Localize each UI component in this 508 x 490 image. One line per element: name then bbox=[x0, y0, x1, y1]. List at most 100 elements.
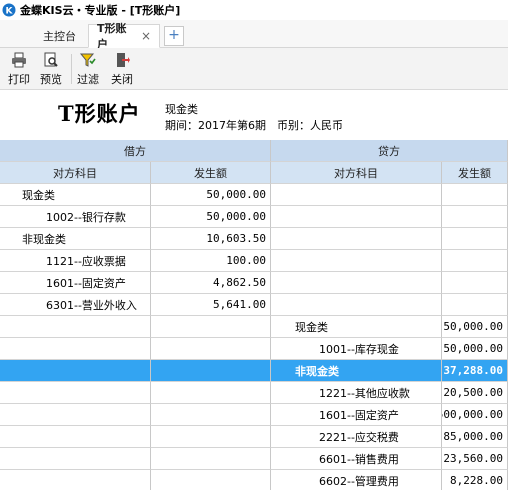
debit-account-cell[interactable] bbox=[0, 382, 151, 404]
report-title: T形账户 bbox=[58, 101, 141, 126]
preview-icon bbox=[42, 51, 60, 69]
filter-button[interactable]: 过滤 bbox=[77, 51, 99, 87]
table-row[interactable]: 1002--银行存款 50,000.00 bbox=[0, 206, 508, 228]
credit-account-cell[interactable] bbox=[271, 250, 442, 272]
credit-account-cell[interactable]: 现金类 bbox=[271, 316, 442, 338]
debit-col-account[interactable]: 对方科目 bbox=[0, 162, 151, 184]
credit-amount-cell[interactable]: 50,000.00 bbox=[442, 316, 508, 338]
debit-account-cell[interactable] bbox=[0, 338, 151, 360]
table-row[interactable]: 6301--营业外收入 5,641.00 bbox=[0, 294, 508, 316]
credit-amount-cell[interactable]: 37,288.00 bbox=[442, 360, 508, 382]
add-tab-icon[interactable]: + bbox=[164, 26, 184, 46]
credit-account-cell[interactable]: 非现金类 bbox=[271, 360, 442, 382]
credit-amount-cell[interactable]: 50,000.00 bbox=[442, 338, 508, 360]
debit-amount-cell[interactable] bbox=[151, 316, 271, 338]
table-row[interactable]: 6602--管理费用 8,228.00 bbox=[0, 470, 508, 490]
table-row[interactable]: 1601--固定资产 500,000.00 bbox=[0, 404, 508, 426]
credit-amount-cell[interactable] bbox=[442, 184, 508, 206]
debit-account-cell[interactable] bbox=[0, 470, 151, 490]
credit-account-cell[interactable] bbox=[271, 272, 442, 294]
credit-amount-cell[interactable] bbox=[442, 206, 508, 228]
print-button[interactable]: 打印 bbox=[8, 51, 30, 87]
credit-account-cell[interactable]: 1001--库存现金 bbox=[271, 338, 442, 360]
debit-account-cell[interactable]: 现金类 bbox=[0, 184, 151, 206]
report-account: 现金类 bbox=[165, 103, 198, 116]
preview-label: 预览 bbox=[40, 73, 62, 86]
filter-label: 过滤 bbox=[77, 73, 99, 86]
debit-amount-cell[interactable] bbox=[151, 338, 271, 360]
table-row[interactable]: 非现金类 10,603.50 bbox=[0, 228, 508, 250]
table-row[interactable]: 2221--应交税费 85,000.00 bbox=[0, 426, 508, 448]
svg-text:K: K bbox=[6, 7, 14, 17]
debit-amount-cell[interactable] bbox=[151, 470, 271, 490]
table-row[interactable]: 现金类 50,000.00 bbox=[0, 316, 508, 338]
debit-account-cell[interactable]: 6301--营业外收入 bbox=[0, 294, 151, 316]
debit-amount-cell[interactable] bbox=[151, 382, 271, 404]
exit-door-icon bbox=[113, 51, 131, 69]
credit-account-cell[interactable]: 6601--销售费用 bbox=[271, 448, 442, 470]
credit-amount-cell[interactable] bbox=[442, 228, 508, 250]
debit-account-cell[interactable] bbox=[0, 316, 151, 338]
debit-account-cell[interactable] bbox=[0, 404, 151, 426]
debit-amount-cell[interactable]: 10,603.50 bbox=[151, 228, 271, 250]
credit-amount-cell[interactable] bbox=[442, 294, 508, 316]
debit-col-amount[interactable]: 发生额 bbox=[151, 162, 271, 184]
preview-button[interactable]: 预览 bbox=[40, 51, 62, 87]
debit-amount-cell[interactable]: 50,000.00 bbox=[151, 206, 271, 228]
report-header: T形账户 现金类 期间：2017年第6期 币别：人民币 bbox=[0, 90, 508, 140]
debit-amount-cell[interactable] bbox=[151, 448, 271, 470]
report-period-currency: 期间：2017年第6期 币别：人民币 bbox=[165, 119, 343, 132]
credit-amount-cell[interactable] bbox=[442, 250, 508, 272]
print-label: 打印 bbox=[8, 73, 30, 86]
credit-account-cell[interactable]: 2221--应交税费 bbox=[271, 426, 442, 448]
app-logo-icon: K bbox=[2, 3, 16, 17]
credit-col-amount[interactable]: 发生额 bbox=[442, 162, 508, 184]
debit-account-cell[interactable] bbox=[0, 360, 151, 382]
table-row[interactable]: 非现金类 37,288.00 bbox=[0, 360, 508, 382]
credit-account-cell[interactable]: 6602--管理费用 bbox=[271, 470, 442, 490]
tab-t-account[interactable]: T形账户 × bbox=[88, 22, 160, 51]
close-button[interactable]: 关闭 bbox=[111, 51, 133, 87]
credit-account-cell[interactable]: 1221--其他应收款 bbox=[271, 382, 442, 404]
debit-account-cell[interactable]: 1601--固定资产 bbox=[0, 272, 151, 294]
printer-icon bbox=[10, 51, 28, 69]
credit-amount-cell[interactable]: 23,560.00 bbox=[442, 448, 508, 470]
credit-account-cell[interactable] bbox=[271, 184, 442, 206]
credit-amount-cell[interactable]: 500,000.00 bbox=[442, 404, 508, 426]
close-tab-icon[interactable]: × bbox=[141, 29, 151, 43]
debit-account-cell[interactable]: 非现金类 bbox=[0, 228, 151, 250]
debit-amount-cell[interactable] bbox=[151, 404, 271, 426]
debit-account-cell[interactable] bbox=[0, 426, 151, 448]
debit-header: 借方 bbox=[0, 140, 271, 162]
table-row[interactable]: 1221--其他应收款 20,500.00 bbox=[0, 382, 508, 404]
debit-amount-cell[interactable] bbox=[151, 360, 271, 382]
table-row[interactable]: 现金类 50,000.00 bbox=[0, 184, 508, 206]
t-account-table: 借方 贷方 对方科目 发生额 对方科目 发生额 现金类 50,000.00 1002… bbox=[0, 140, 508, 490]
debit-amount-cell[interactable]: 100.00 bbox=[151, 250, 271, 272]
debit-account-cell[interactable]: 1002--银行存款 bbox=[0, 206, 151, 228]
credit-amount-cell[interactable]: 8,228.00 bbox=[442, 470, 508, 490]
credit-col-account[interactable]: 对方科目 bbox=[271, 162, 442, 184]
credit-account-cell[interactable] bbox=[271, 228, 442, 250]
table-row[interactable]: 1121--应收票据 100.00 bbox=[0, 250, 508, 272]
debit-account-cell[interactable]: 1121--应收票据 bbox=[0, 250, 151, 272]
table-row[interactable]: 1601--固定资产 4,862.50 bbox=[0, 272, 508, 294]
debit-account-cell[interactable] bbox=[0, 448, 151, 470]
toolbar: 打印 预览 过滤 关闭 bbox=[0, 48, 508, 90]
toolbar-divider bbox=[71, 54, 72, 84]
debit-amount-cell[interactable] bbox=[151, 426, 271, 448]
tab-strip: 主控台 T形账户 × + bbox=[0, 20, 508, 51]
credit-account-cell[interactable] bbox=[271, 206, 442, 228]
debit-amount-cell[interactable]: 50,000.00 bbox=[151, 184, 271, 206]
credit-header: 贷方 bbox=[271, 140, 508, 162]
debit-amount-cell[interactable]: 5,641.00 bbox=[151, 294, 271, 316]
table-row[interactable]: 1001--库存现金 50,000.00 bbox=[0, 338, 508, 360]
credit-amount-cell[interactable]: 20,500.00 bbox=[442, 382, 508, 404]
credit-account-cell[interactable] bbox=[271, 294, 442, 316]
table-row[interactable]: 6601--销售费用 23,560.00 bbox=[0, 448, 508, 470]
credit-account-cell[interactable]: 1601--固定资产 bbox=[271, 404, 442, 426]
debit-amount-cell[interactable]: 4,862.50 bbox=[151, 272, 271, 294]
tab-console[interactable]: 主控台 bbox=[35, 24, 87, 48]
credit-amount-cell[interactable] bbox=[442, 272, 508, 294]
credit-amount-cell[interactable]: 85,000.00 bbox=[442, 426, 508, 448]
